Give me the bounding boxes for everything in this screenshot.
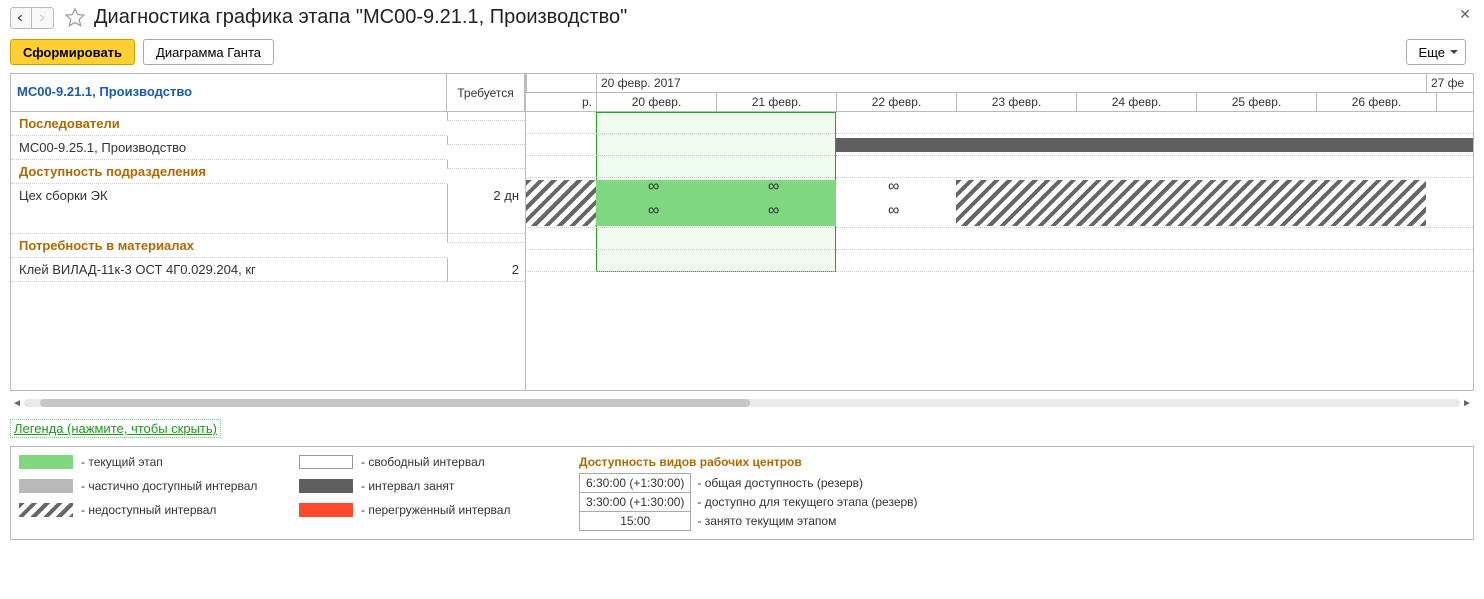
more-button[interactable]: Еще — [1406, 39, 1466, 65]
section-followers: Последователи — [11, 112, 525, 136]
favorite-star-icon[interactable] — [64, 7, 86, 29]
day-1: 21 февр. — [716, 93, 836, 111]
swatch-dark-icon — [299, 479, 353, 493]
legend-col-2: - свободный интервал - интервал занят - … — [299, 455, 579, 531]
main-area: МС00-9.21.1, Производство Требуется Посл… — [0, 73, 1484, 391]
section-availability: Доступность подразделения — [11, 160, 525, 184]
inf-2: ∞ — [768, 178, 779, 196]
avail-row-1: 3:30:00 (+1:30:00)- доступно для текущег… — [580, 493, 925, 512]
swatch-hatch-icon — [19, 503, 73, 517]
day-2: 22 февр. — [836, 93, 956, 111]
scroll-track[interactable] — [24, 399, 1460, 407]
legend-toggle[interactable]: Легенда (нажмите, чтобы скрыть) — [10, 419, 221, 438]
gantt-row-mat-head — [526, 228, 1473, 250]
avail-hatch-post — [956, 180, 1426, 226]
swatch-gray-icon — [19, 479, 73, 493]
swatch-white-icon — [299, 455, 353, 469]
inf-3: ∞ — [888, 178, 899, 196]
legend-box: - текущий этап - частично доступный инте… — [10, 446, 1474, 540]
legend-item-overload: - перегруженный интервал — [299, 503, 579, 517]
left-pane: МС00-9.21.1, Производство Требуется Посл… — [10, 73, 525, 391]
avail-current-bar — [596, 180, 836, 226]
avail-row-0: 6:30:00 (+1:30:00)- общая доступность (р… — [580, 474, 925, 493]
legend-item-partial: - частично доступный интервал — [19, 479, 299, 493]
legend-item-current: - текущий этап — [19, 455, 299, 469]
arrow-left-icon — [17, 13, 25, 23]
materials-required: 2 — [447, 258, 525, 282]
generate-button[interactable]: Сформировать — [10, 39, 135, 65]
gantt-row-followers-head — [526, 112, 1473, 134]
header: Диагностика графика этапа "МС00-9.21.1, … — [0, 0, 1484, 39]
legend: Легенда (нажмите, чтобы скрыть) - текущи… — [0, 419, 1484, 550]
legend-col-1: - текущий этап - частично доступный инте… — [19, 455, 299, 531]
close-button[interactable]: ✕ — [1456, 6, 1474, 24]
timeline-seg-prefix — [526, 74, 596, 92]
materials-item: Клей ВИЛАД-11к-3 ОСТ 4Г0.029.204, кг — [11, 258, 447, 282]
gantt-row-avail: ∞ ∞ ∞ ∞ ∞ ∞ — [526, 178, 1473, 228]
day-6: 26 февр. — [1316, 93, 1436, 111]
gantt-row-mat — [526, 250, 1473, 272]
availability-item: Цех сборки ЭК — [11, 184, 447, 234]
forward-button[interactable] — [32, 7, 54, 29]
scroll-left-icon[interactable]: ◄ — [10, 396, 24, 410]
follower-busy-bar — [836, 138, 1473, 152]
avail-hatch-pre — [526, 180, 596, 226]
page-title: Диагностика графика этапа "МС00-9.21.1, … — [94, 6, 627, 29]
left-header: МС00-9.21.1, Производство Требуется — [11, 74, 525, 112]
window: Диагностика графика этапа "МС00-9.21.1, … — [0, 0, 1484, 599]
timeline-top: 20 февр. 2017 27 фе — [526, 74, 1473, 93]
legend-item-busy: - интервал занят — [299, 479, 579, 493]
gantt-button[interactable]: Диаграмма Ганта — [143, 39, 274, 65]
legend-item-unavail: - недоступный интервал — [19, 503, 299, 517]
scroll-right-icon[interactable]: ► — [1460, 396, 1474, 410]
materials-item-row[interactable]: Клей ВИЛАД-11к-3 ОСТ 4Г0.029.204, кг 2 — [11, 258, 525, 282]
legend-avail: Доступность видов рабочих центров 6:30:0… — [579, 455, 1465, 531]
arrow-right-icon — [38, 13, 47, 23]
day-5: 25 февр. — [1196, 93, 1316, 111]
toolbar: Сформировать Диаграмма Ганта Еще — [0, 39, 1484, 73]
root-stage-link[interactable]: МС00-9.21.1, Производство — [11, 74, 192, 99]
section-materials: Потребность в материалах — [11, 234, 525, 258]
inf-1b: ∞ — [648, 202, 659, 220]
avail-table: 6:30:00 (+1:30:00)- общая доступность (р… — [579, 473, 925, 531]
gantt-row-follower — [526, 134, 1473, 156]
horizontal-scrollbar[interactable]: ◄ ► — [10, 395, 1474, 411]
followers-item-row[interactable]: МС00-9.25.1, Производство — [11, 136, 525, 160]
availability-required: 2 дн — [447, 184, 525, 234]
timeline-days: р. 20 февр. 21 февр. 22 февр. 23 февр. 2… — [526, 93, 1473, 112]
required-header: Требуется — [447, 74, 525, 112]
timeline-seg-0: 20 февр. 2017 — [596, 74, 1426, 92]
back-button[interactable] — [10, 7, 32, 29]
day-prefix: р. — [526, 93, 596, 111]
inf-1: ∞ — [648, 178, 659, 196]
gantt-pane[interactable]: 20 февр. 2017 27 фе р. 20 февр. 21 февр.… — [525, 73, 1474, 391]
availability-item-row[interactable]: Цех сборки ЭК 2 дн — [11, 184, 525, 234]
avail-title: Доступность видов рабочих центров — [579, 455, 1465, 469]
day-7 — [1436, 93, 1474, 111]
gantt-row-avail-head — [526, 156, 1473, 178]
swatch-green-icon — [19, 455, 73, 469]
scroll-thumb[interactable] — [40, 399, 750, 407]
gantt-body: ∞ ∞ ∞ ∞ ∞ ∞ — [526, 112, 1473, 272]
followers-item: МС00-9.25.1, Производство — [11, 136, 447, 160]
inf-3b: ∞ — [888, 202, 899, 220]
day-4: 24 февр. — [1076, 93, 1196, 111]
timeline-seg-1: 27 фе — [1426, 74, 1474, 92]
day-0: 20 февр. — [596, 93, 716, 111]
swatch-red-icon — [299, 503, 353, 517]
legend-item-free: - свободный интервал — [299, 455, 579, 469]
day-3: 23 февр. — [956, 93, 1076, 111]
inf-2b: ∞ — [768, 202, 779, 220]
avail-row-2: 15:00- занято текущим этапом — [580, 512, 925, 531]
